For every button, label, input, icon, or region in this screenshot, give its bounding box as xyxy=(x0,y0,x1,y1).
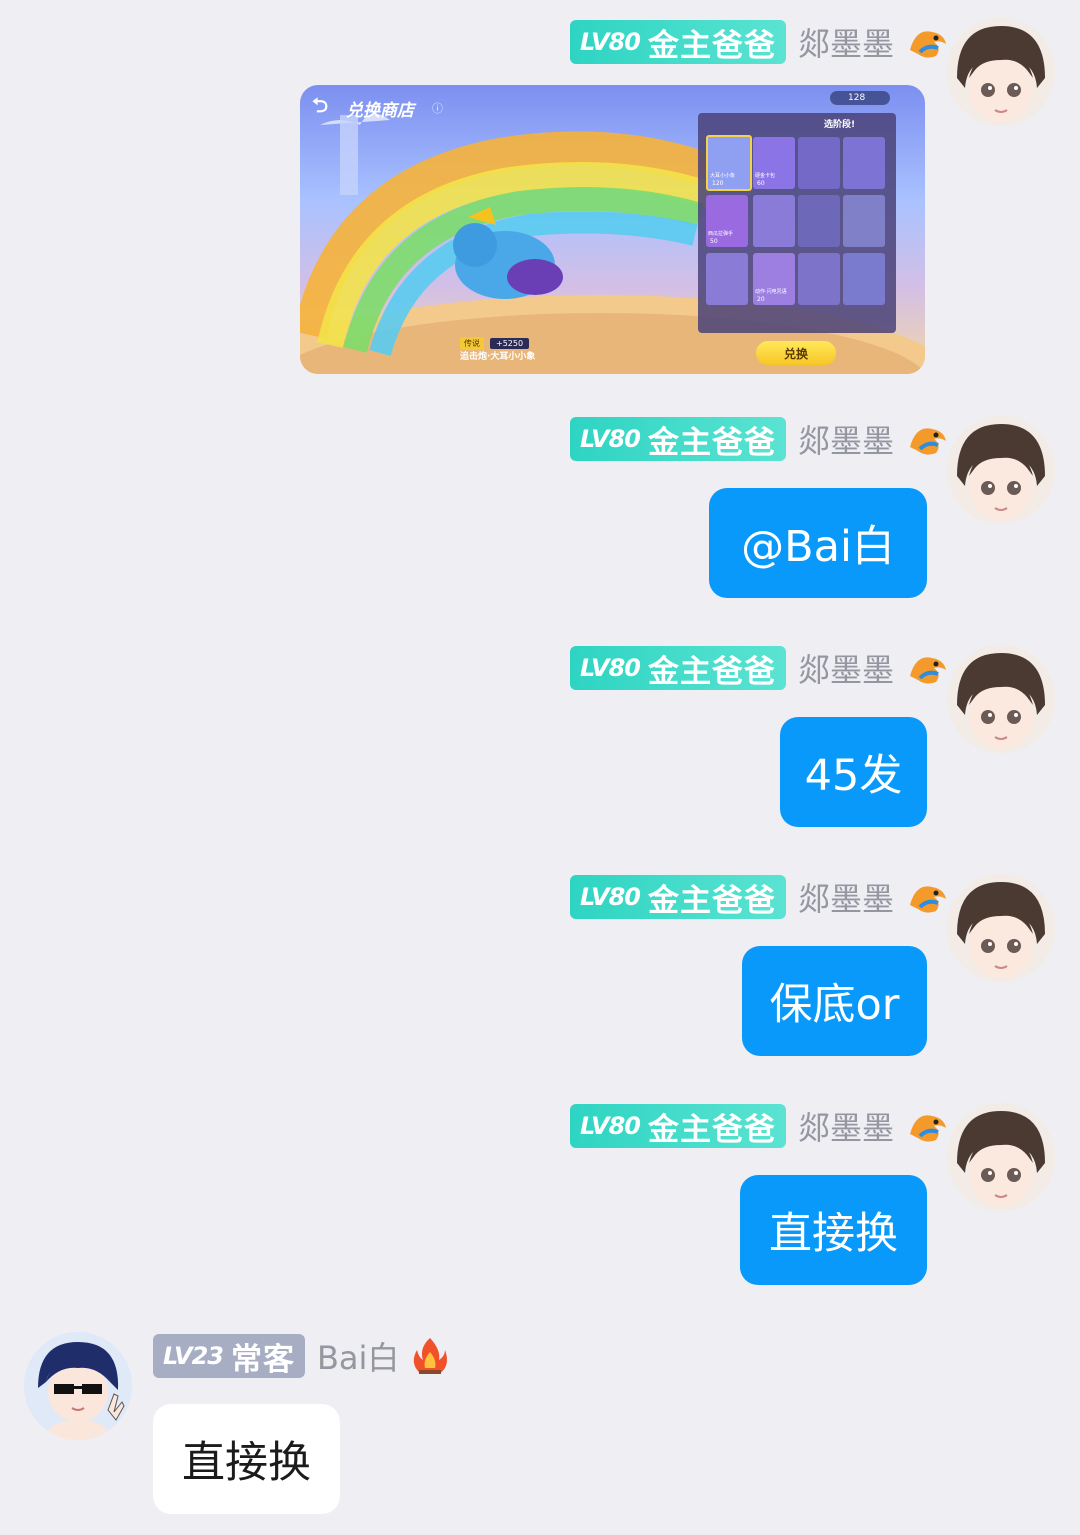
tile-label: 大耳小小象 xyxy=(710,173,736,179)
sender-header: LV80 金主爸爸 郯墨墨 xyxy=(570,20,950,64)
level-text: LV80 xyxy=(580,425,641,453)
level-text: LV80 xyxy=(580,28,641,56)
dragon-icon xyxy=(910,886,946,913)
sender-avatar[interactable] xyxy=(947,645,1055,753)
avatar-anime-boy-icon xyxy=(947,874,1055,982)
item-price-tag: +5250 xyxy=(490,338,530,349)
tile-price: 120 xyxy=(712,180,724,187)
back-arrow-icon: ⮌ xyxy=(312,93,329,117)
dragon-icon xyxy=(910,1115,946,1142)
badge-title: 金主爸爸 xyxy=(647,653,776,690)
level-text: LV80 xyxy=(580,654,641,682)
level-badge: LV80 金主爸爸 xyxy=(570,417,786,461)
shop-tile xyxy=(798,195,840,247)
game-topbar: ⮌ 兑换商店 ⓘ xyxy=(312,91,443,125)
sender-header: LV80 金主爸爸 郯墨墨 xyxy=(570,1104,950,1148)
redeem-button: 兑换 xyxy=(756,341,836,365)
sender-nickname[interactable]: Bai白 xyxy=(317,1333,399,1379)
tab-label: 选阶段! xyxy=(824,120,856,130)
shop-grid: 选阶段! 大耳小小象 120 硬金卡包 60 西瓜拉弹手 50 动作·闪电咒语 … xyxy=(698,113,896,333)
level-badge: LV80 金主爸爸 xyxy=(570,875,786,919)
level-text: LV23 xyxy=(163,1342,224,1370)
tile-price: 50 xyxy=(710,238,718,245)
tile-label: 动作·闪电咒语 xyxy=(755,289,787,295)
level-badge: LV80 金主爸爸 xyxy=(570,20,786,64)
help-icon: ⓘ xyxy=(432,102,444,115)
badge-title: 金主爸爸 xyxy=(647,882,776,919)
tile-price: 20 xyxy=(757,296,765,303)
badge-title: 金主爸爸 xyxy=(647,27,776,64)
shop-tile xyxy=(753,195,795,247)
sender-nickname[interactable]: 郯墨墨 xyxy=(798,19,894,65)
item-price: 5250 xyxy=(502,339,524,348)
shop-tile xyxy=(843,137,885,189)
avatar-anime-boy-icon xyxy=(947,1103,1055,1211)
tile-label: 西瓜拉弹手 xyxy=(708,231,734,237)
sender-nickname[interactable]: 郯墨墨 xyxy=(798,645,894,691)
shop-tile: 硬金卡包 60 xyxy=(753,137,795,189)
sender-avatar[interactable] xyxy=(24,1332,132,1440)
level-badge: LV23 常客 xyxy=(153,1334,305,1378)
sender-nickname[interactable]: 郯墨墨 xyxy=(798,416,894,462)
avatar-anime-boy-icon xyxy=(947,416,1055,524)
sender-header: LV80 金主爸爸 郯墨墨 xyxy=(570,417,950,461)
level-badge: LV80 金主爸爸 xyxy=(570,646,786,690)
badge-title: 常客 xyxy=(230,1341,295,1378)
shop-tile xyxy=(798,253,840,305)
sender-header: LV23 常客 Bai白 xyxy=(153,1334,449,1378)
shop-tile: 大耳小小象 120 xyxy=(706,135,752,191)
dragon-icon xyxy=(910,428,946,455)
screen-title: 兑换商店 xyxy=(346,100,415,121)
level-badge: LV80 金主爸爸 xyxy=(570,1104,786,1148)
shared-image[interactable]: ⮌ 兑换商店 ⓘ 128 选阶段! 大耳小小象 120 硬金卡包 60 西瓜拉弹… xyxy=(300,85,925,374)
sender-nickname[interactable]: 郯墨墨 xyxy=(798,874,894,920)
tile-price: 60 xyxy=(757,180,765,187)
currency-amount: 128 xyxy=(848,93,866,103)
sender-header: LV80 金主爸爸 郯墨墨 xyxy=(570,875,950,919)
shop-tile xyxy=(706,253,748,305)
sender-avatar[interactable] xyxy=(947,874,1055,982)
message-bubble[interactable]: 直接换 xyxy=(153,1404,340,1514)
badge-title: 金主爸爸 xyxy=(647,424,776,461)
shop-tile: 西瓜拉弹手 50 xyxy=(706,195,748,247)
avatar-sunglasses-boy-icon xyxy=(24,1332,132,1440)
message-bubble[interactable]: @Bai白 xyxy=(709,488,927,598)
message-bubble[interactable]: 45发 xyxy=(780,717,927,827)
sender-avatar[interactable] xyxy=(947,416,1055,524)
sender-avatar[interactable] xyxy=(947,18,1055,126)
shop-tile xyxy=(843,253,885,305)
shop-tile xyxy=(798,137,840,189)
message-bubble[interactable]: 直接换 xyxy=(740,1175,927,1285)
item-name: 追击炮·大耳小小象 xyxy=(460,352,536,362)
sender-nickname[interactable]: 郯墨墨 xyxy=(798,1103,894,1149)
level-text: LV80 xyxy=(580,883,641,911)
message-bubble[interactable]: 保底or xyxy=(742,946,927,1056)
shop-tile: 动作·闪电咒语 20 xyxy=(753,253,795,305)
badge-title: 金主爸爸 xyxy=(647,1111,776,1148)
avatar-anime-boy-icon xyxy=(947,645,1055,753)
dragon-icon xyxy=(910,31,946,58)
sender-header: LV80 金主爸爸 郯墨墨 xyxy=(570,646,950,690)
level-text: LV80 xyxy=(580,1112,641,1140)
currency-display: 128 xyxy=(830,91,890,105)
shop-tile xyxy=(843,195,885,247)
tile-label: 硬金卡包 xyxy=(755,173,776,179)
avatar-anime-boy-icon xyxy=(947,18,1055,126)
sender-avatar[interactable] xyxy=(947,1103,1055,1211)
fire-icon xyxy=(414,1338,448,1374)
dragon-icon xyxy=(910,657,946,684)
